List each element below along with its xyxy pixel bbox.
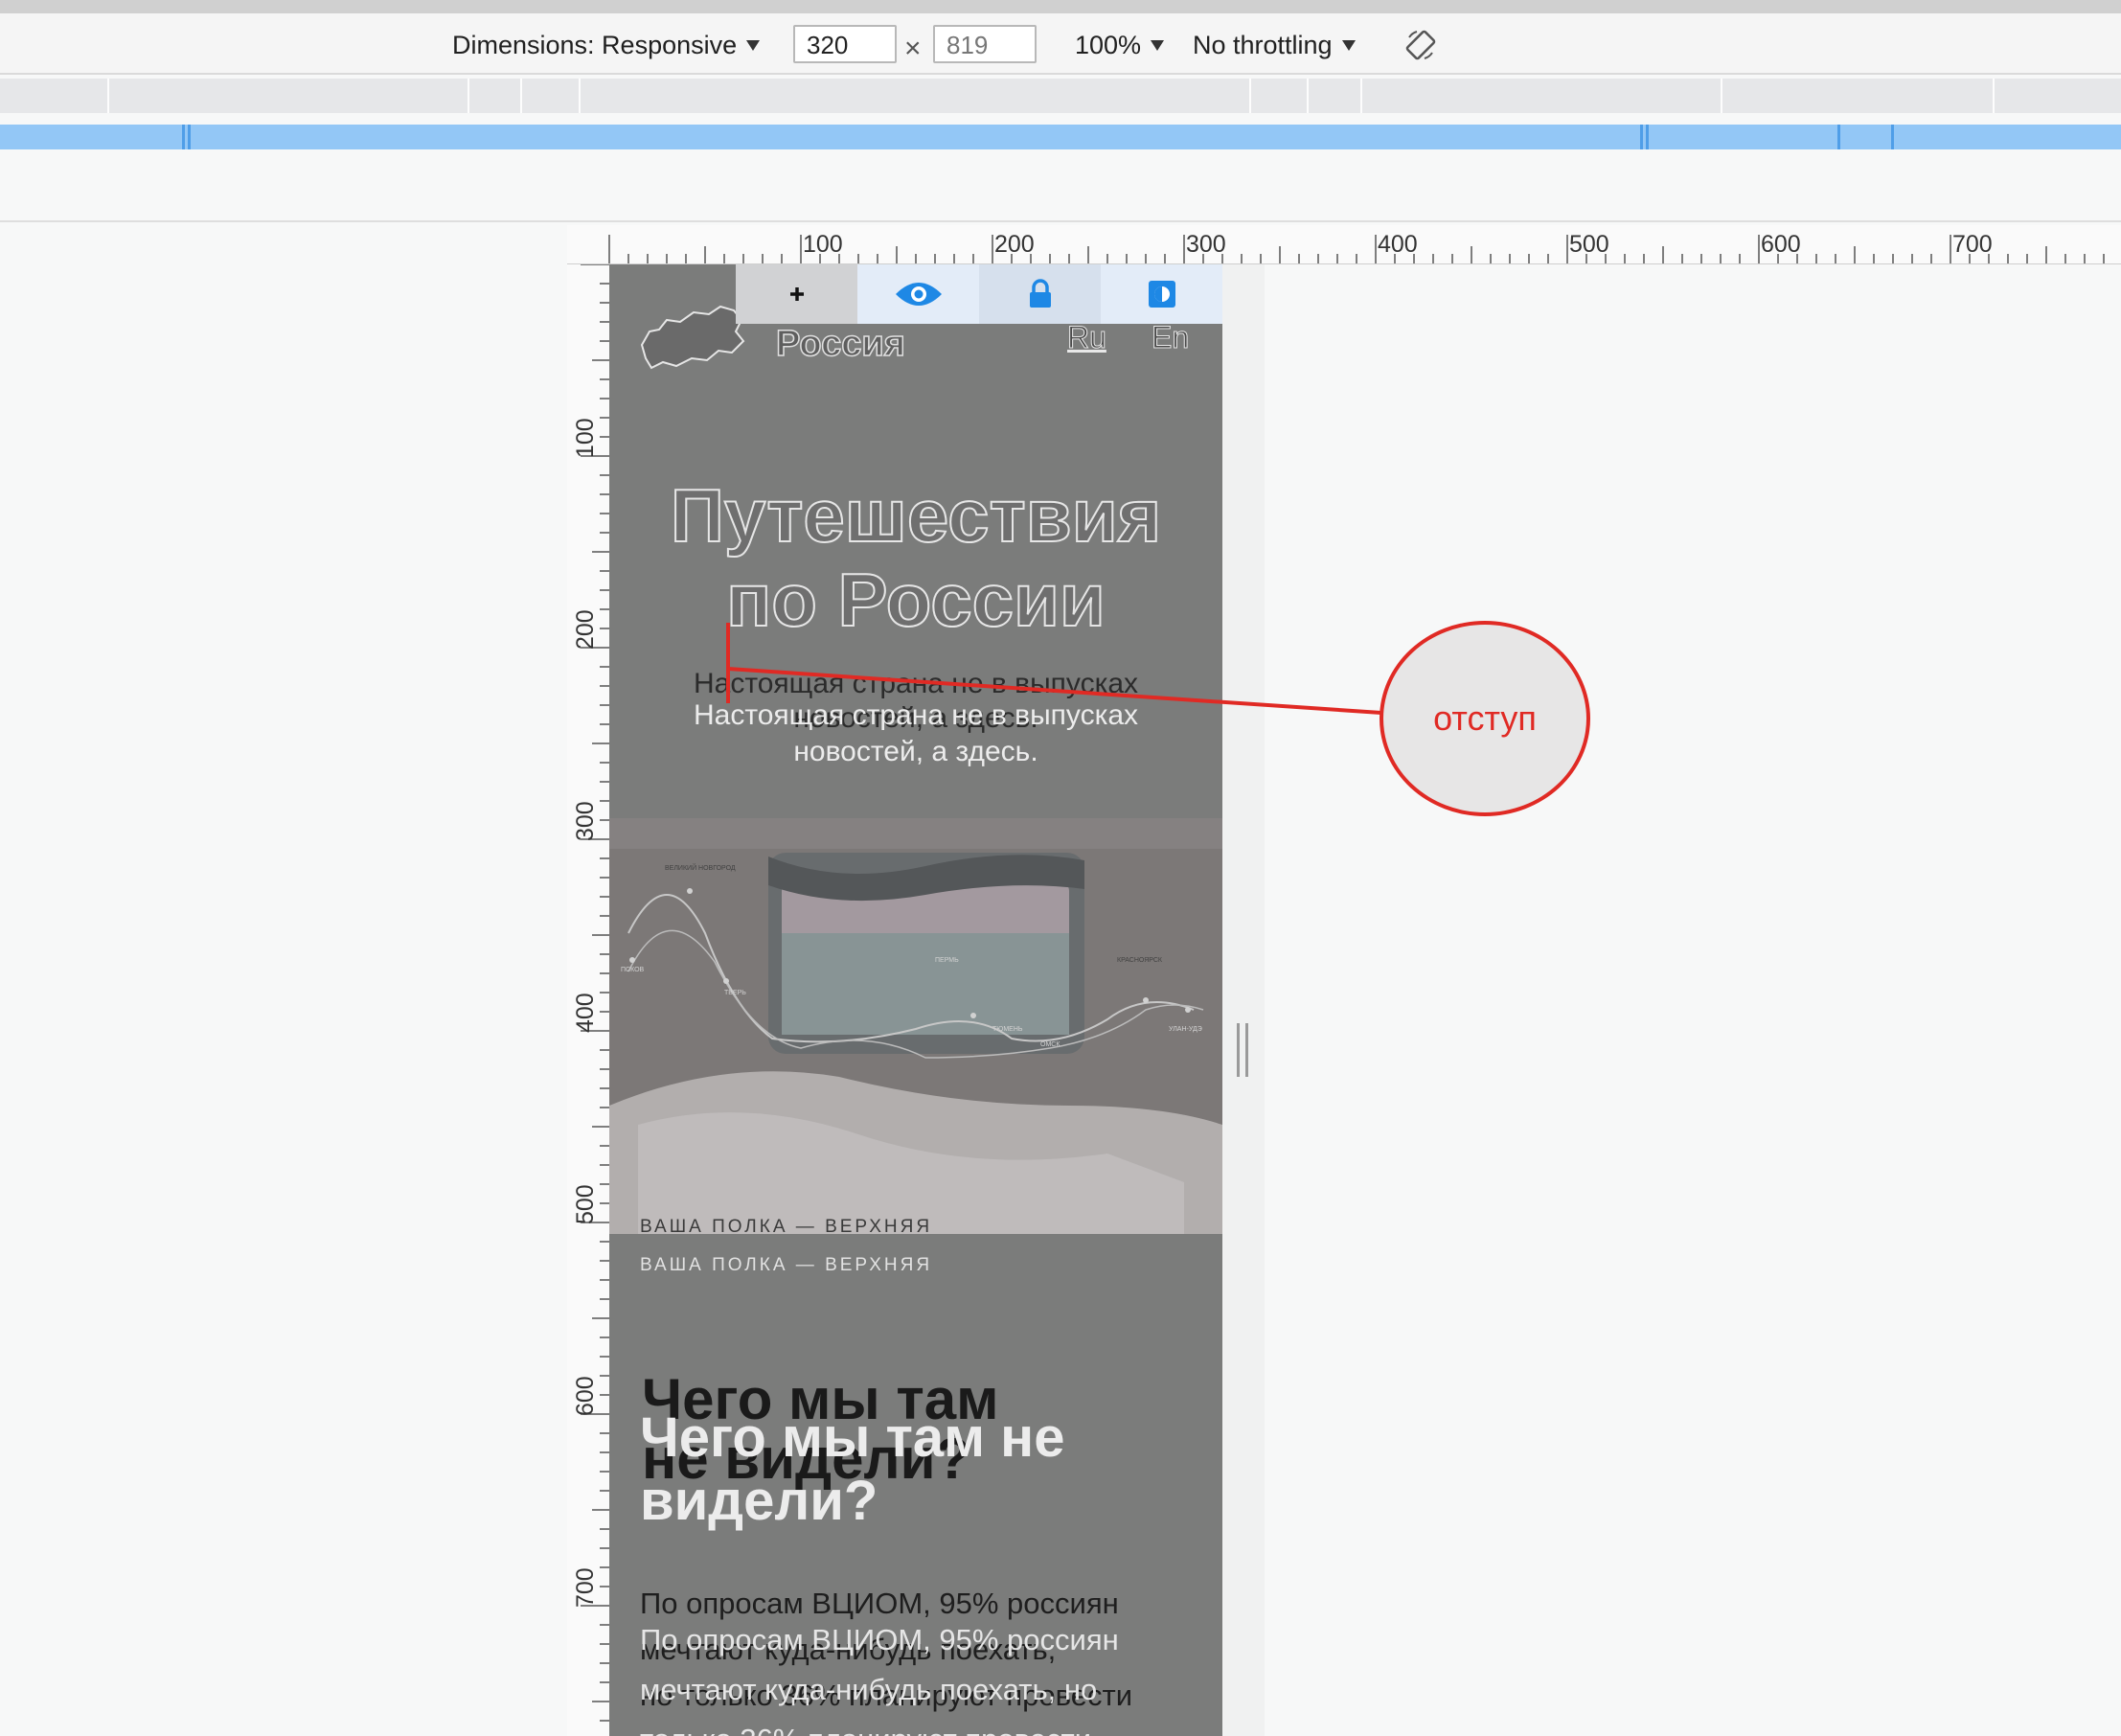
annotation-callout: отступ bbox=[1380, 621, 1590, 816]
annotation-lines bbox=[726, 623, 1382, 715]
annotation-label: отступ bbox=[1433, 698, 1537, 738]
